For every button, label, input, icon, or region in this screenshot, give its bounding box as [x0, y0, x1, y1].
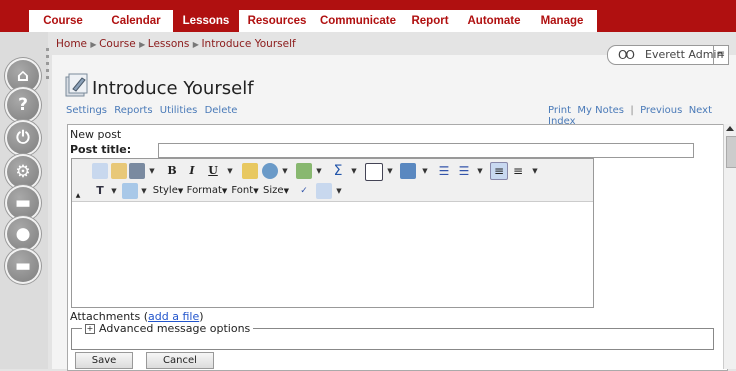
settings-link[interactable]: Settings	[66, 105, 107, 116]
advanced-options-label: Advanced message options	[99, 322, 251, 335]
page-title: Introduce Yourself	[92, 78, 254, 99]
nav-course[interactable]: Course	[29, 10, 97, 32]
expand-icon[interactable]: +	[85, 324, 95, 334]
nav-automate[interactable]: Automate	[461, 10, 527, 32]
nav-calendar[interactable]: Calendar	[101, 10, 171, 32]
chevron-down-icon: ▼	[283, 187, 289, 195]
media-dropdown-icon[interactable]: ▼	[420, 163, 430, 179]
my-notes-link[interactable]: My Notes	[577, 105, 624, 116]
nav-resources[interactable]: Resources	[241, 10, 313, 32]
align-dropdown-icon[interactable]: ▼	[530, 163, 540, 179]
glasses-icon: OO	[618, 48, 635, 62]
paste-dropdown-icon[interactable]: ▼	[147, 163, 157, 179]
menu-icon[interactable]: ≡	[713, 46, 728, 64]
chat-icon[interactable]: ▬	[5, 248, 41, 284]
equation-button[interactable]: Σ	[330, 163, 346, 179]
post-title-label: Post title:	[70, 143, 132, 156]
highlight-icon[interactable]	[122, 183, 138, 199]
scroll-thumb[interactable]	[726, 136, 736, 168]
style-dropdown[interactable]: Style▼	[152, 183, 184, 199]
clipboard-icon[interactable]	[316, 183, 332, 199]
equation-dropdown-icon[interactable]: ▼	[349, 163, 359, 179]
text-color-icon[interactable]: T	[92, 183, 108, 199]
breadcrumb: Home ▶ Course ▶ Lessons ▶ Introduce Your…	[56, 38, 296, 50]
link-icon[interactable]	[262, 163, 278, 179]
list-dropdown-icon[interactable]: ▼	[475, 163, 485, 179]
media-icon[interactable]	[400, 163, 416, 179]
breadcrumb-lessons[interactable]: Lessons	[148, 38, 190, 50]
align-center-icon[interactable]: ≡	[510, 163, 526, 179]
user-menu[interactable]: OO Everett Admin ≡	[607, 45, 729, 65]
align-left-icon[interactable]: ≡	[490, 162, 508, 180]
paste-text-icon[interactable]	[111, 163, 127, 179]
format-label: Format	[186, 185, 222, 196]
style-label: Style	[152, 185, 178, 196]
cancel-button[interactable]: Cancel	[146, 352, 214, 369]
size-label: Size	[263, 185, 284, 196]
link-dropdown-icon[interactable]: ▼	[280, 163, 290, 179]
help-icon[interactable]: ?	[5, 87, 41, 123]
text-color-dropdown-icon[interactable]: ▼	[109, 183, 119, 199]
user-icon[interactable]: ●	[5, 216, 41, 252]
breadcrumb-arrow-icon: ▶	[90, 40, 100, 49]
chevron-down-icon: ▼	[221, 187, 228, 195]
advanced-options-toggle[interactable]: + Advanced message options	[82, 322, 254, 335]
top-navigation: Course Calendar Lessons Resources Commun…	[0, 0, 736, 32]
nav-communicate[interactable]: Communicate	[315, 10, 401, 32]
chevron-down-icon: ▼	[177, 187, 184, 195]
numbered-list-icon[interactable]: ☰	[436, 163, 452, 179]
print-link[interactable]: Print	[548, 105, 571, 116]
italic-button[interactable]: I	[184, 163, 200, 179]
rich-text-editor: ▼ B I U ▼ ▼ ▼ Σ ▼ ▼ ▼ ☰ ☰ ▼ ≡ ≡ ▼ T ▼ ▼ …	[71, 158, 594, 308]
rail-grip-handle[interactable]	[46, 48, 50, 88]
font-label: Font	[231, 185, 254, 196]
form-heading: New post	[70, 128, 122, 141]
pencil-page-icon	[65, 73, 88, 97]
spellcheck-icon[interactable]: ✓	[296, 183, 312, 199]
reports-link[interactable]: Reports	[114, 105, 152, 116]
highlight-dropdown-icon[interactable]: ▼	[139, 183, 149, 199]
breadcrumb-course[interactable]: Course	[99, 38, 136, 50]
nav-lessons[interactable]: Lessons	[173, 10, 239, 32]
paste-icon[interactable]	[129, 163, 145, 179]
editor-content-area[interactable]	[72, 202, 593, 307]
nav-manage[interactable]: Manage	[531, 10, 593, 32]
post-title-input[interactable]	[158, 143, 694, 158]
chevron-down-icon: ▼	[253, 187, 259, 195]
scroll-up-arrow-icon[interactable]	[726, 126, 734, 131]
font-dropdown[interactable]: Font▼	[230, 183, 260, 199]
save-button[interactable]: Save	[75, 352, 133, 369]
table-icon[interactable]	[365, 163, 383, 181]
breadcrumb-current: Introduce Yourself	[201, 38, 296, 50]
separator: |	[630, 105, 634, 116]
nav-report[interactable]: Report	[403, 10, 457, 32]
breadcrumb-arrow-icon: ▶	[139, 40, 148, 49]
page-tools-left: Settings Reports Utilities Delete	[66, 105, 241, 116]
new-document-icon[interactable]	[92, 163, 108, 179]
user-name: Everett Admin	[645, 48, 724, 61]
power-icon[interactable]: ⏻	[5, 120, 41, 156]
previous-link[interactable]: Previous	[640, 105, 682, 116]
table-dropdown-icon[interactable]: ▼	[385, 163, 395, 179]
folder-icon[interactable]	[242, 163, 258, 179]
image-icon[interactable]	[296, 163, 312, 179]
top-navigation-bar: Course Calendar Lessons Resources Commun…	[29, 10, 597, 32]
size-dropdown[interactable]: Size▼	[262, 183, 290, 199]
scrollbar[interactable]	[723, 124, 736, 369]
toolbar-collapse-icon[interactable]: ▲	[75, 193, 81, 199]
editor-toolbar: ▼ B I U ▼ ▼ ▼ Σ ▼ ▼ ▼ ☰ ☰ ▼ ≡ ≡ ▼ T ▼ ▼ …	[72, 159, 593, 202]
format-dropdown[interactable]: Format▼	[186, 183, 228, 199]
bold-button[interactable]: B	[164, 163, 180, 179]
delete-link[interactable]: Delete	[205, 105, 238, 116]
breadcrumb-home[interactable]: Home	[56, 38, 87, 50]
left-rail: ⌂ ? ⏻ ⚙ ▬ ● ▬	[0, 32, 48, 369]
more-dropdown-icon[interactable]: ▼	[334, 183, 344, 199]
underline-dropdown-icon[interactable]: ▼	[225, 163, 235, 179]
image-dropdown-icon[interactable]: ▼	[314, 163, 324, 179]
utilities-link[interactable]: Utilities	[160, 105, 198, 116]
next-link[interactable]: Next	[689, 105, 712, 116]
underline-button[interactable]: U	[205, 163, 221, 179]
bullet-list-icon[interactable]: ☰	[456, 163, 472, 179]
